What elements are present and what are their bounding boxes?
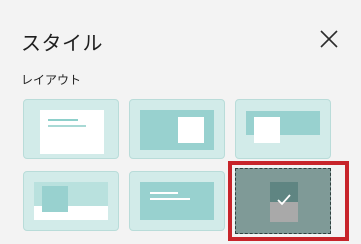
checkmark-icon [277, 194, 291, 206]
layout-preview-line [150, 198, 190, 200]
layout-preview-card [40, 110, 104, 154]
layout-preview-image [254, 117, 280, 143]
close-button[interactable] [316, 26, 342, 52]
close-icon [320, 30, 338, 48]
layout-preview-image [178, 117, 204, 143]
layout-option-image-left-bottom[interactable] [23, 171, 119, 231]
layout-preview-band [140, 182, 214, 220]
layout-preview-line [48, 125, 86, 127]
layout-option-image-center-selected[interactable] [235, 168, 331, 234]
layout-option-image-right[interactable] [129, 99, 225, 159]
dialog-title: スタイル [21, 31, 103, 55]
layout-option-title-text[interactable] [23, 99, 119, 159]
layout-preview-line [48, 119, 78, 121]
layout-preview-image [42, 186, 68, 212]
layout-option-image-left-band[interactable] [235, 99, 331, 159]
layout-option-text-lines[interactable] [129, 171, 225, 231]
layout-preview-line [150, 192, 178, 194]
layout-section-label: レイアウト [21, 73, 82, 87]
